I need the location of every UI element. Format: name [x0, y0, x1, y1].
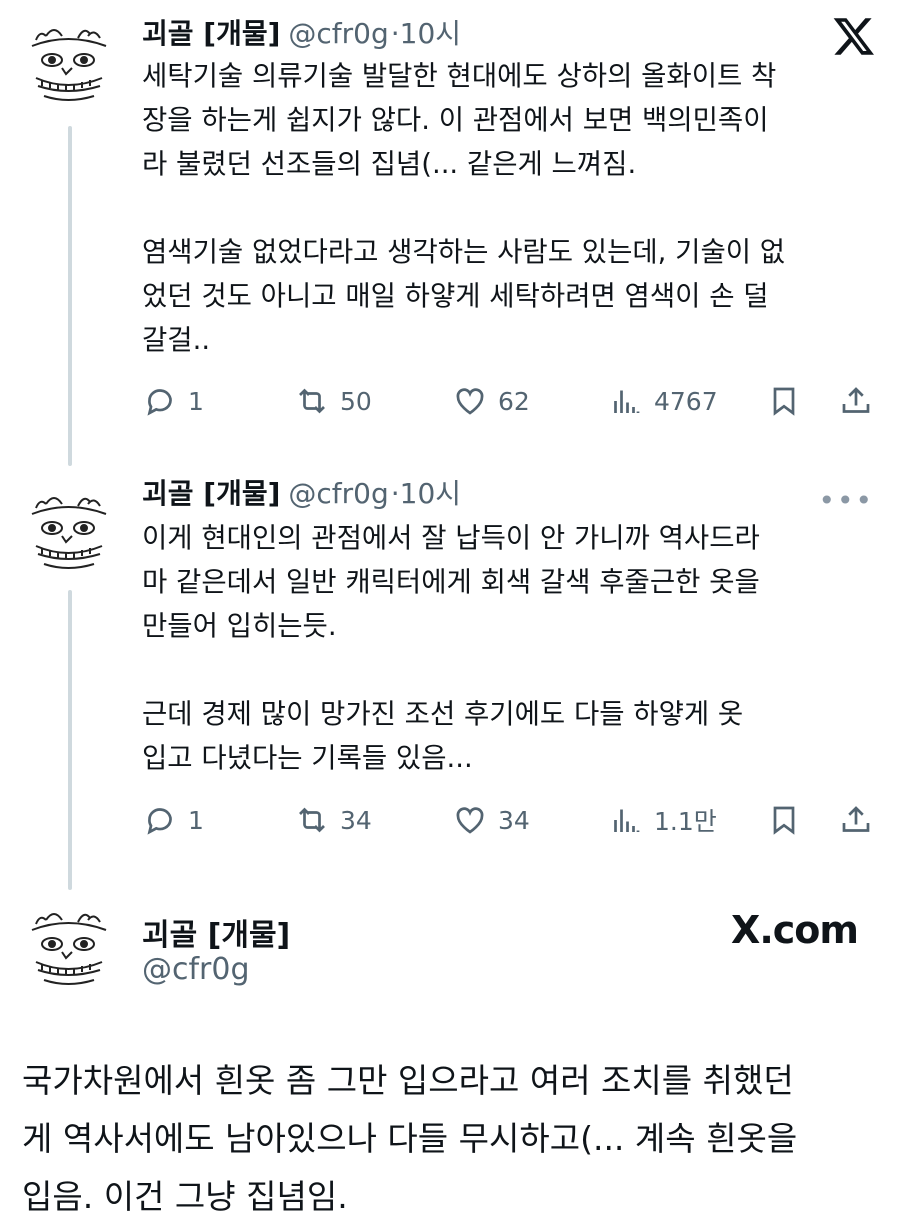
site-label: X.com: [731, 908, 859, 952]
author-handle[interactable]: @cfr0g: [288, 17, 388, 50]
timestamp[interactable]: ·10시: [391, 17, 461, 50]
author-name[interactable]: 괴골 [개물]: [142, 477, 280, 510]
timestamp[interactable]: ·10시: [391, 477, 461, 510]
repost-icon: [299, 388, 325, 414]
repost-count: 34: [340, 805, 372, 835]
tweet-text: 국가차원에서 흰옷 좀 그만 입으라고 여러 조치를 취했던 게 역사서에도 남…: [22, 1052, 882, 1226]
share-icon: [842, 387, 870, 413]
tweet-text: 세탁기술 의류기술 발달한 현대에도 상하의 올화이트 착 장을 하는게 쉽지가…: [142, 54, 887, 362]
text-line: 이게 현대인의 관점에서 잘 납득이 안 가니까 역사드라: [142, 522, 760, 554]
text-line: 입고 다녔다는 기록들 있음...: [142, 742, 473, 774]
author-handle[interactable]: @cfr0g: [288, 477, 388, 510]
bookmark-button[interactable]: [766, 800, 802, 840]
text-line: 만들어 입히는듯.: [142, 610, 337, 642]
heart-icon: [456, 388, 484, 415]
tweet-header: 괴골 [개물] @cfr0g·10시: [142, 476, 461, 512]
like-button[interactable]: 34: [452, 800, 530, 840]
like-count: 62: [498, 386, 530, 416]
views-icon: [614, 809, 640, 832]
author-name[interactable]: 괴골 [개물]: [142, 17, 280, 50]
reply-icon: [147, 389, 172, 416]
tweet-header: 괴골 [개물] @cfr0g·10시: [142, 16, 461, 52]
views-count: 1.1만: [654, 807, 717, 836]
thread-line: [68, 590, 72, 890]
views-button[interactable]: 4767: [608, 381, 718, 421]
views-count: 4767: [654, 386, 718, 416]
reply-count: 1: [188, 805, 204, 835]
text-line: 국가차원에서 흰옷 좀 그만 입으라고 여러 조치를 취했던: [22, 1061, 794, 1100]
reply-button[interactable]: 1: [142, 800, 204, 840]
avatar[interactable]: [22, 16, 116, 110]
more-dots-icon[interactable]: •••: [818, 484, 874, 517]
text-line: 갈걸..: [142, 324, 211, 356]
bookmark-button[interactable]: [766, 381, 802, 421]
bookmark-icon: [773, 806, 795, 835]
reply-button[interactable]: 1: [142, 381, 204, 421]
repost-count: 50: [340, 386, 372, 416]
views-button[interactable]: 1.1만: [608, 800, 717, 840]
avatar[interactable]: [22, 484, 116, 578]
share-button[interactable]: [838, 381, 874, 421]
text-line: 었던 것도 아니고 매일 하얗게 세탁하려면 염색이 손 덜: [142, 280, 769, 312]
text-line: 입음. 이건 그냥 집념임.: [22, 1177, 348, 1216]
tweet-text: 이게 현대인의 관점에서 잘 납득이 안 가니까 역사드라 마 같은데서 일반 …: [142, 516, 887, 780]
share-button[interactable]: [838, 800, 874, 840]
reply-count: 1: [188, 386, 204, 416]
text-line: 염색기술 없었다라고 생각하는 사람도 있는데, 기술이 없: [142, 236, 786, 268]
views-icon: [614, 390, 640, 413]
text-line: 세탁기술 의류기술 발달한 현대에도 상하의 올화이트 착: [142, 60, 777, 92]
repost-button[interactable]: 50: [294, 381, 372, 421]
share-icon: [842, 806, 870, 832]
text-line: 근데 경제 많이 망가진 조선 후기에도 다들 하얗게 옷: [142, 698, 744, 730]
heart-icon: [456, 807, 484, 834]
repost-button[interactable]: 34: [294, 800, 372, 840]
tweet-actions: 1 34 34 1.1만: [142, 800, 882, 840]
reply-icon: [147, 808, 172, 835]
thread-line: [68, 126, 72, 466]
tweet-actions: 1 50 62 4767: [142, 381, 882, 421]
text-line: 게 역사서에도 남아있으나 다들 무시하고(... 계속 흰옷을: [22, 1119, 798, 1158]
bookmark-icon: [773, 387, 795, 416]
text-line: 라 불렸던 선조들의 집념(... 같은게 느껴짐.: [142, 148, 637, 180]
author-name[interactable]: 괴골 [개물]: [142, 910, 290, 954]
like-count: 34: [498, 805, 530, 835]
text-line: 마 같은데서 일반 캐릭터에게 회색 갈색 후줄근한 옷을: [142, 566, 760, 598]
author-handle[interactable]: @cfr0g: [142, 952, 250, 987]
avatar[interactable]: [22, 900, 116, 994]
x-logo-icon[interactable]: [832, 14, 876, 58]
like-button[interactable]: 62: [452, 381, 530, 421]
repost-icon: [299, 807, 325, 833]
text-line: 장을 하는게 쉽지가 않다. 이 관점에서 보면 백의민족이: [142, 104, 769, 136]
